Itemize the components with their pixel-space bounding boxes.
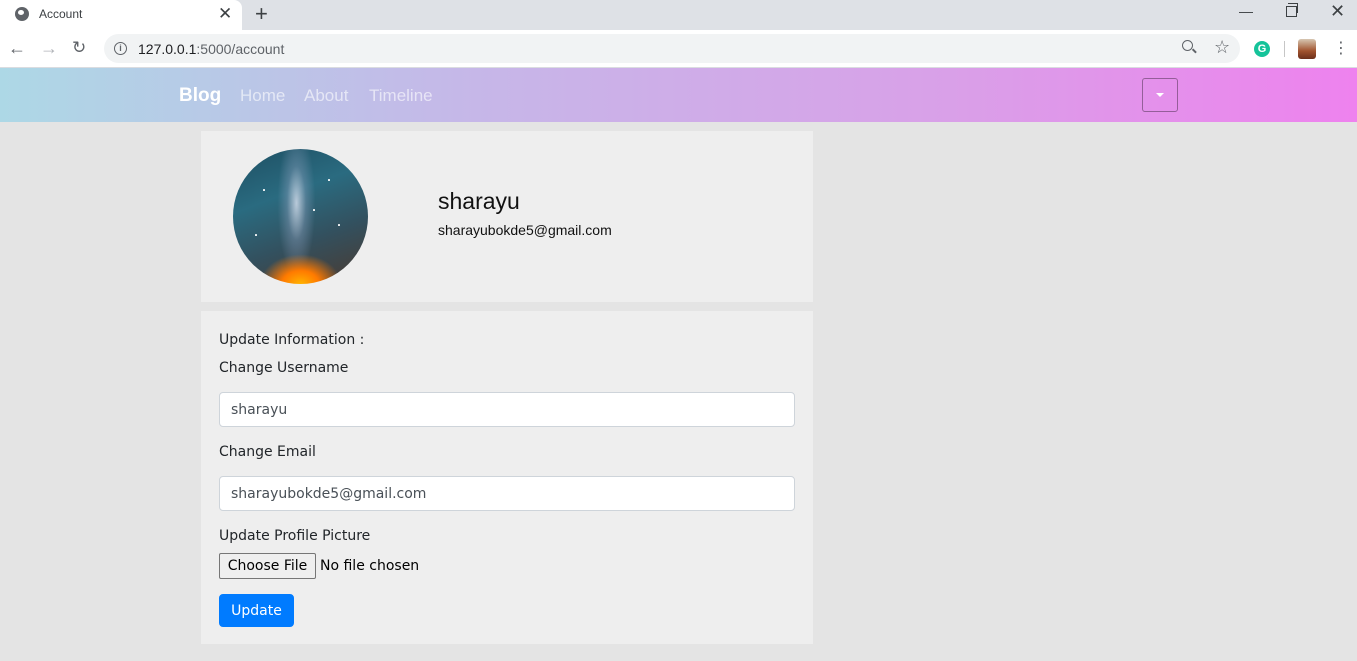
avatar-star [255, 234, 257, 236]
email-input[interactable] [219, 476, 795, 511]
site-navbar: Blog Home About Timeline [0, 68, 1357, 122]
tab-close-icon[interactable]: ✕ [218, 5, 232, 23]
profile-avatar-icon[interactable] [1298, 39, 1316, 59]
profile-email: sharayubokde5@gmail.com [438, 222, 612, 238]
url-path: :5000/account [196, 41, 285, 57]
address-bar[interactable]: i 127.0.0.1:5000/account ☆ [104, 34, 1240, 63]
zoom-icon[interactable] [1182, 40, 1193, 51]
username-label: Change Username [219, 360, 349, 376]
update-button[interactable]: Update [219, 594, 294, 627]
nav-link-home[interactable]: Home [240, 86, 285, 106]
reload-icon[interactable]: ↻ [72, 38, 86, 58]
forward-arrow-icon[interactable]: → [40, 38, 58, 58]
avatar-star [263, 189, 265, 191]
url-host: 127.0.0.1 [138, 41, 197, 57]
url-text[interactable]: 127.0.0.1:5000/account [138, 41, 284, 57]
file-status-text: No file chosen [320, 558, 420, 574]
profile-card: sharayu sharayubokde5@gmail.com [201, 131, 813, 302]
back-arrow-icon[interactable]: ← [8, 38, 26, 58]
avatar-star [328, 179, 330, 181]
browser-tabstrip: Account ✕ + — ✕ [0, 0, 1357, 30]
grammarly-extension-icon[interactable]: G [1254, 41, 1270, 57]
picture-label: Update Profile Picture [219, 528, 371, 544]
nav-link-about[interactable]: About [304, 86, 348, 106]
window-close-icon[interactable]: ✕ [1330, 1, 1345, 21]
globe-icon [15, 7, 29, 21]
info-icon[interactable]: i [114, 42, 127, 55]
profile-username: sharayu [438, 188, 520, 214]
browser-tab[interactable]: Account ✕ [0, 0, 242, 30]
toolbar-separator [1284, 41, 1285, 57]
minimize-icon[interactable]: — [1239, 3, 1253, 19]
dropdown-toggle-button[interactable] [1142, 78, 1178, 112]
tab-title: Account [39, 7, 83, 21]
form-legend: Update Information : [219, 332, 365, 348]
avatar-star [313, 209, 315, 211]
username-input[interactable] [219, 392, 795, 427]
email-label: Change Email [219, 444, 316, 460]
choose-file-button[interactable]: Choose File [219, 553, 316, 579]
kebab-menu-icon[interactable]: ⋮ [1333, 39, 1349, 59]
bookmark-star-icon[interactable]: ☆ [1214, 37, 1230, 57]
restore-icon[interactable] [1286, 3, 1298, 17]
new-tab-icon[interactable]: + [255, 2, 268, 26]
navbar-brand[interactable]: Blog [179, 85, 221, 107]
profile-picture [233, 149, 368, 284]
caret-down-icon [1156, 93, 1164, 97]
nav-link-timeline[interactable]: Timeline [369, 86, 433, 106]
avatar-star [338, 224, 340, 226]
browser-toolbar: ← → ↻ i 127.0.0.1:5000/account ☆ [0, 30, 1357, 68]
update-form: Update Information : Change Username Cha… [201, 311, 813, 644]
